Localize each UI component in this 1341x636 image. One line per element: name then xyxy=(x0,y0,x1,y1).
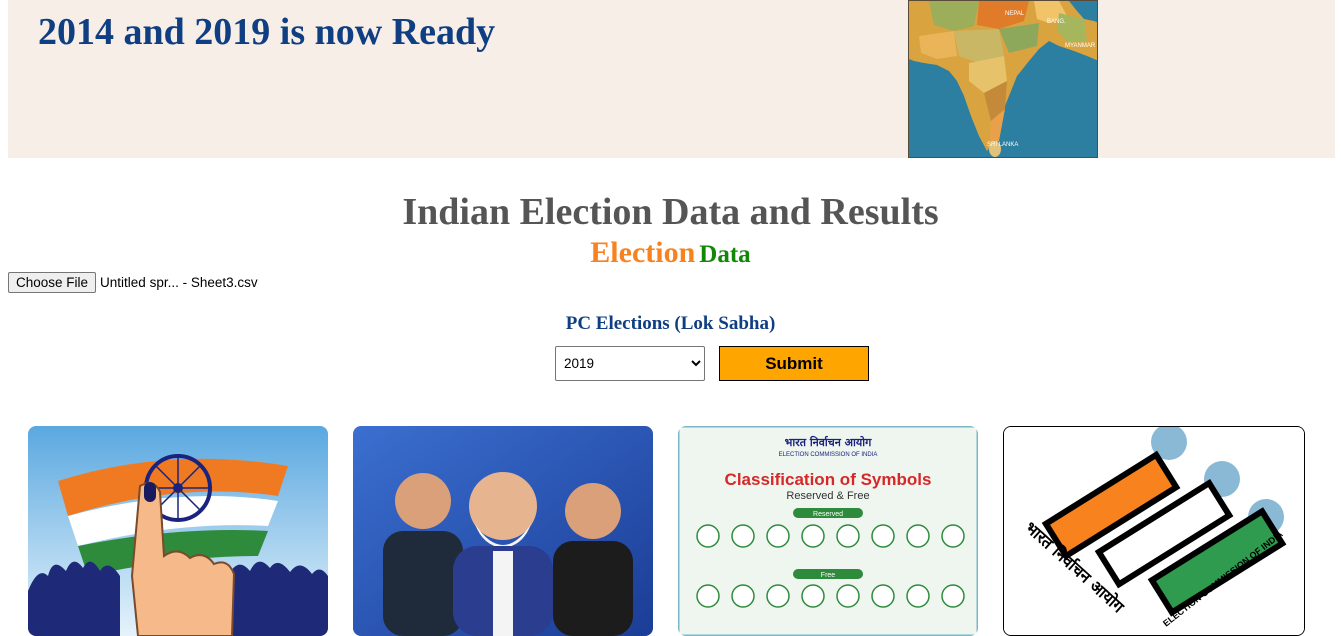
symbols-title: Classification of Symbols xyxy=(725,470,932,489)
symbols-header-hindi: भारत निर्वाचन आयोग xyxy=(785,435,872,449)
symbols-free-label: Free xyxy=(821,572,836,579)
voting-card-image[interactable] xyxy=(28,426,328,636)
india-map-image: BANG. MYANMAR NEPAL SRI LANKA xyxy=(908,0,1098,158)
map-label-bangladesh: BANG. xyxy=(1047,19,1066,25)
map-label-nepal: NEPAL xyxy=(1005,11,1025,17)
pc-elections-label: PC Elections (Lok Sabha) xyxy=(565,313,776,334)
selected-file-name: Untitled spr... - Sheet3.csv xyxy=(100,275,258,290)
eci-logo-card-image[interactable]: भारत निर्वाचन आयोग ELECTION COMMISSION O… xyxy=(1003,426,1305,636)
map-label-myanmar: MYANMAR xyxy=(1065,43,1096,49)
year-select[interactable]: 2019 2014 xyxy=(555,346,705,381)
leaders-card-image[interactable] xyxy=(353,426,653,636)
election-word: Election xyxy=(590,236,696,269)
submit-button[interactable]: Submit xyxy=(719,346,869,381)
choose-file-button[interactable]: Choose File xyxy=(8,272,97,293)
hero-banner: 2014 and 2019 is now Ready BANG. MYANMAR… xyxy=(8,0,1335,158)
symbols-header-en: ELECTION COMMISSION OF INDIA xyxy=(779,452,878,458)
hero-title: 2014 and 2019 is now Ready xyxy=(38,11,496,53)
file-input[interactable]: Choose File Untitled spr... - Sheet3.csv xyxy=(8,272,258,293)
symbols-reserved-label: Reserved xyxy=(813,511,843,518)
page-title: Indian Election Data and Results xyxy=(402,191,939,233)
symbols-subtitle: Reserved & Free xyxy=(786,490,869,502)
election-data-heading: Election Data xyxy=(0,236,1341,270)
map-label-sri-lanka: SRI LANKA xyxy=(987,142,1018,148)
data-word: Data xyxy=(699,241,751,268)
symbols-card-image[interactable]: भारत निर्वाचन आयोग ELECTION COMMISSION O… xyxy=(678,426,978,636)
